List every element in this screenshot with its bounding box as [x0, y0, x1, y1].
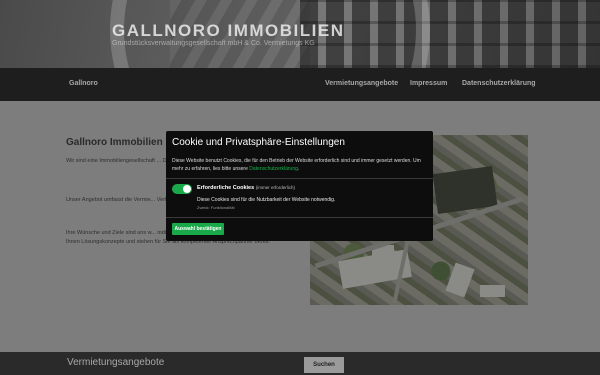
nav-link-datenschutz[interactable]: Datenschutzerklärung — [462, 80, 536, 87]
cookie-dialog-description: Diese Website benutzt Cookies, die für d… — [172, 158, 421, 172]
required-cookies-toggle[interactable] — [172, 184, 192, 194]
nav-link-vermietungsangebote[interactable]: Vermietungsangebote — [325, 80, 398, 87]
search-bar-label: Vermietungsangebote — [67, 357, 165, 368]
required-cookies-purpose: Zweck: Funktionalität — [197, 205, 235, 210]
site-subtitle: Grundstücksverwaltungsgesellschaft mbH &… — [112, 40, 315, 47]
required-cookies-label: Erforderliche Cookies (immer erforderlic… — [197, 185, 295, 191]
divider — [166, 217, 433, 218]
required-cookies-title: Erforderliche Cookies — [197, 185, 255, 191]
cookie-consent-dialog: Cookie und Privatsphäre-Einstellungen Di… — [166, 131, 433, 241]
nav-brand[interactable]: Gallnoro — [69, 80, 98, 87]
nav-link-impressum[interactable]: Impressum — [410, 80, 447, 87]
search-bar: Vermietungsangebote Suchen — [0, 352, 600, 375]
search-button[interactable]: Suchen — [304, 357, 344, 373]
cookie-dialog-title: Cookie und Privatsphäre-Einstellungen — [172, 137, 345, 148]
toggle-knob — [183, 185, 191, 193]
page-title: Gallnoro Immobilien — [66, 137, 163, 148]
required-cookies-description: Diese Cookies sind für die Nutzbarkeit d… — [197, 197, 336, 203]
confirm-selection-button[interactable]: Auswahl bestätigen — [172, 223, 224, 235]
divider — [166, 178, 433, 179]
main-nav: Gallnoro Vermietungsangebote Impressum D… — [0, 68, 600, 101]
header-banner: GALLNORO IMMOBILIEN Grundstücksverwaltun… — [0, 0, 600, 68]
site-title[interactable]: GALLNORO IMMOBILIEN — [112, 21, 344, 41]
privacy-policy-link[interactable]: Datenschutzerklärung — [249, 166, 298, 172]
required-cookies-note: (immer erforderlich) — [255, 185, 295, 190]
